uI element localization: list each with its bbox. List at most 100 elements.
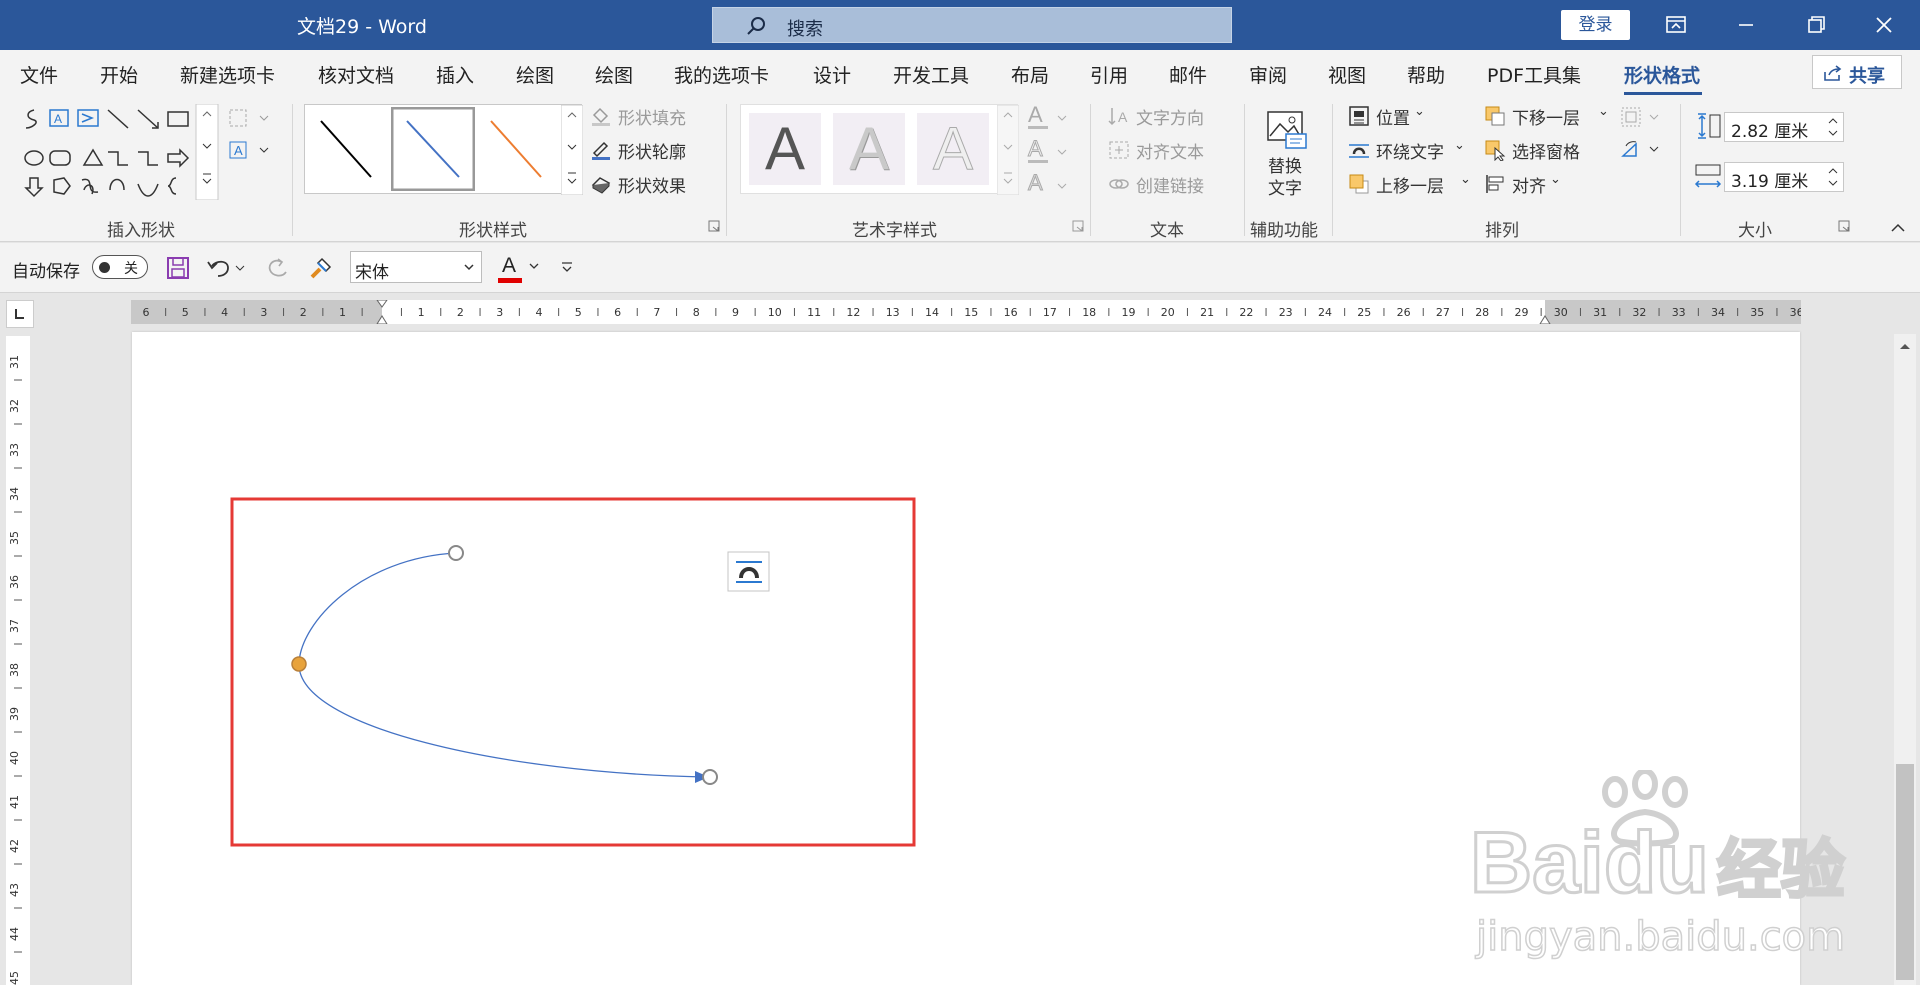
tab-file[interactable]: 文件 <box>20 61 58 88</box>
dialog-launcher-icon[interactable] <box>708 220 720 232</box>
start-handle[interactable] <box>448 545 464 561</box>
ruler-tick-label: 8 <box>693 306 700 319</box>
wordart-style-1[interactable]: A <box>749 113 821 185</box>
tab-references[interactable]: 引用 <box>1090 61 1128 88</box>
tab-mailings[interactable]: 邮件 <box>1169 61 1207 88</box>
tab-my-tab[interactable]: 我的选项卡 <box>674 61 769 88</box>
ruler-tick-label: 27 <box>1436 306 1450 319</box>
dialog-launcher-icon[interactable] <box>1838 220 1850 232</box>
alt-text-button[interactable]: 替换 文字 <box>1258 110 1318 200</box>
ruler-tick-label: 23 <box>1279 306 1293 319</box>
shape-effects-button[interactable]: 形状效果 <box>590 172 710 197</box>
shape-outline-button[interactable]: 形状轮廓 <box>590 138 710 163</box>
share-button[interactable]: 共享 <box>1812 55 1902 89</box>
restore-icon[interactable] <box>1798 9 1834 41</box>
ruler-tick-label: 43 <box>8 883 21 897</box>
create-link-button[interactable]: 创建链接 <box>1108 172 1228 197</box>
shape-fill-button[interactable]: 形状填充 <box>590 104 710 129</box>
tab-selector[interactable] <box>6 300 34 328</box>
redo-icon[interactable] <box>264 256 290 280</box>
shape-height-input[interactable]: 2.82 厘米 <box>1724 112 1844 142</box>
layout-options-icon[interactable] <box>727 551 770 592</box>
text-box-icon[interactable]: A <box>226 138 274 164</box>
tab-new-tab[interactable]: 新建选项卡 <box>180 61 275 88</box>
tab-design[interactable]: 设计 <box>813 61 851 88</box>
login-button[interactable]: 登录 <box>1561 10 1630 40</box>
vertical-scrollbar[interactable] <box>1894 334 1916 985</box>
edit-shape-icon[interactable] <box>226 106 274 132</box>
gallery-scroll-icon[interactable] <box>997 105 1019 195</box>
wordart-style-3[interactable]: A <box>917 113 989 185</box>
adjust-handle[interactable] <box>291 656 307 672</box>
shape-width-input[interactable]: 3.19 厘米 <box>1724 162 1844 192</box>
tab-draw-1[interactable]: 绘图 <box>516 61 554 88</box>
search-box[interactable]: 搜索 <box>712 7 1232 43</box>
undo-icon[interactable] <box>206 256 248 280</box>
dialog-launcher-icon[interactable] <box>1072 220 1084 232</box>
ruler-tick-label: 21 <box>1200 306 1214 319</box>
wrap-text-button[interactable]: 环绕文字 ⌄ <box>1348 138 1468 163</box>
tab-draw-2[interactable]: 绘图 <box>595 61 633 88</box>
align-text-button[interactable]: 对齐文本 <box>1108 138 1228 163</box>
end-handle[interactable] <box>702 769 718 785</box>
save-icon[interactable] <box>166 256 190 280</box>
text-fill-outline-effects-icons[interactable]: A A A <box>1026 102 1072 198</box>
tab-review[interactable]: 审阅 <box>1249 61 1287 88</box>
tab-view[interactable]: 视图 <box>1328 61 1366 88</box>
horizontal-ruler: 6 5 4 3 2 1 1 2 3 4 5 6 7 8 9 10 11 12 13 14 15 16 17 18 19 20 21 2… <box>131 300 1801 324</box>
ruler-tick-label: 32 <box>1632 306 1646 319</box>
autosave-toggle[interactable]: 关 <box>92 255 148 279</box>
document-title: 文档29 - Word <box>297 16 427 38</box>
ruler-tick-label: 34 <box>1711 306 1725 319</box>
ruler-tick-label: 22 <box>1239 306 1253 319</box>
tab-pdf-tools[interactable]: PDF工具集 <box>1487 61 1581 88</box>
format-painter-icon[interactable] <box>308 255 334 281</box>
wordart-style-2[interactable]: A <box>833 113 905 185</box>
tab-help[interactable]: 帮助 <box>1407 61 1445 88</box>
shape-styles-gallery[interactable] <box>304 104 583 195</box>
tab-layout[interactable]: 布局 <box>1011 61 1049 88</box>
shapes-gallery[interactable]: A <box>12 104 222 200</box>
shape-style-orange-line[interactable] <box>481 111 551 187</box>
chevron-down-icon <box>464 264 474 271</box>
group-objects-icon[interactable] <box>1620 106 1664 128</box>
text-direction-button[interactable]: A 文字方向 <box>1108 104 1228 129</box>
ruler-tick-label: 32 <box>8 399 21 413</box>
gallery-scroll-icon[interactable] <box>561 105 583 195</box>
ruler-tick-label: 33 <box>1672 306 1686 319</box>
ruler-tick-label: 3 <box>260 306 267 319</box>
position-button[interactable]: 位置 ⌄ <box>1348 104 1438 129</box>
tab-shape-format[interactable]: 形状格式 <box>1624 61 1700 88</box>
tab-insert[interactable]: 插入 <box>436 61 474 88</box>
shape-style-blue-line-selected[interactable] <box>391 107 475 191</box>
search-icon <box>747 17 765 35</box>
selection-pane-button[interactable]: 选择窗格 <box>1484 138 1604 163</box>
watermark-url: jingyan.baidu.com <box>1475 913 1846 961</box>
curved-arrow-connector[interactable] <box>298 552 706 778</box>
font-name-select[interactable]: 宋体 <box>350 251 482 283</box>
tab-home[interactable]: 开始 <box>100 61 138 88</box>
ruler-tick-label: 5 <box>182 306 189 319</box>
align-button[interactable]: 对齐 ⌄ <box>1484 172 1574 197</box>
send-backward-button[interactable]: 下移一层 ⌄ <box>1484 104 1610 129</box>
minimize-icon[interactable] <box>1728 9 1764 41</box>
scroll-up-icon[interactable] <box>1897 340 1913 352</box>
shape-style-black-line[interactable] <box>311 111 381 187</box>
spinner-arrows-icon[interactable] <box>1827 115 1839 139</box>
ruler-tick-label: 10 <box>768 306 782 319</box>
spinner-arrows-icon[interactable] <box>1827 165 1839 189</box>
ruler-tick-label: 36 <box>1790 306 1801 319</box>
group-label-insert-shapes: 插入形状 <box>107 221 175 241</box>
rotate-icon[interactable] <box>1620 138 1664 162</box>
wordart-gallery[interactable]: A A A <box>740 104 1019 195</box>
scrollbar-thumb[interactable] <box>1896 764 1914 980</box>
customize-qat-icon[interactable] <box>560 261 574 275</box>
close-icon[interactable] <box>1866 9 1902 41</box>
tab-proofread[interactable]: 核对文档 <box>318 61 394 88</box>
bring-forward-button[interactable]: 上移一层 ⌄ <box>1348 172 1471 197</box>
ruler-tick-label: 13 <box>886 306 900 319</box>
collapse-ribbon-icon[interactable] <box>1890 222 1906 234</box>
ribbon-display-options-icon[interactable] <box>1658 9 1694 41</box>
font-color-button[interactable]: A <box>498 252 542 284</box>
tab-developer[interactable]: 开发工具 <box>893 61 969 88</box>
